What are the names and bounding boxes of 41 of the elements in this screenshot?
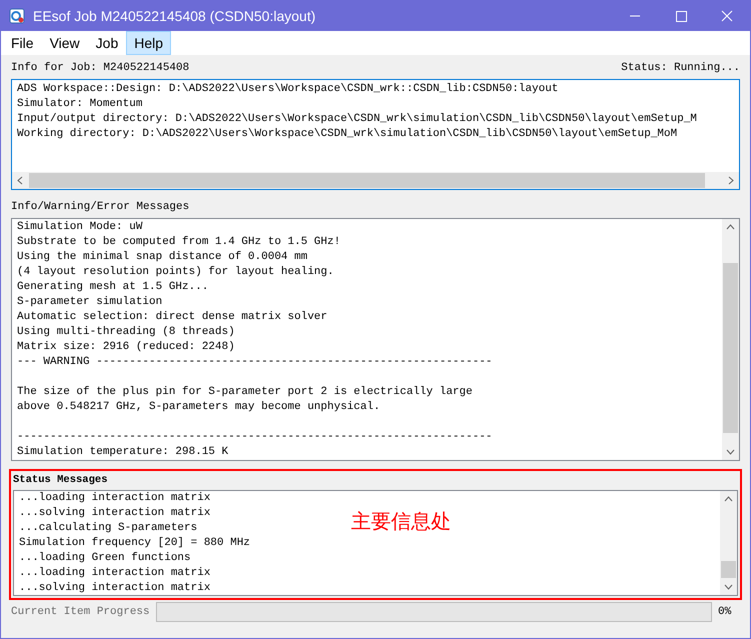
message-line: Generating mesh at 1.5 GHz... bbox=[17, 280, 208, 295]
window-title: EEsof Job M240522145408 (CSDN50:layout) bbox=[33, 6, 316, 26]
message-line: above 0.548217 GHz, S-parameters may become unphysical. bbox=[17, 400, 380, 415]
message-line: --- WARNING ------------------------------------------------------------ bbox=[17, 355, 492, 370]
job-info-label: Info for Job: M240522145408 bbox=[11, 60, 190, 76]
status-line: ...solving interaction matrix bbox=[19, 581, 210, 595]
menu-item[interactable]: File bbox=[3, 31, 42, 55]
message-line: ------------------------------------------------------------------------ bbox=[17, 430, 492, 445]
scrollbar-thumb[interactable] bbox=[721, 561, 736, 578]
status-messages-label: Status Messages bbox=[13, 472, 108, 488]
status-line: Simulation frequency [20] = 880 MHz bbox=[19, 536, 250, 551]
message-line: Using the minimal snap distance of 0.0004 mm bbox=[17, 250, 308, 265]
info-line: Simulator: Momentum bbox=[17, 97, 142, 112]
status-line: ...solving interaction matrix bbox=[19, 506, 210, 521]
messages-label: Info/Warning/Error Messages bbox=[11, 200, 190, 214]
status-line: ...loading interaction matrix bbox=[19, 491, 210, 506]
status-line: ...loading Green functions bbox=[19, 551, 191, 566]
message-line: The size of the plus pin for S-parameter port 2 is electrically large bbox=[17, 385, 472, 400]
status-line: ...calculating S-parameters bbox=[19, 521, 198, 536]
info-line: ADS Workspace::Design: D:\ADS2022\Users\Workspace\CSDN_wrk::CSDN_lib:CSDN50:layout bbox=[17, 82, 558, 97]
message-line: Simulation Mode: uW bbox=[17, 220, 142, 235]
scrollbar-thumb[interactable] bbox=[723, 263, 738, 433]
status-line: ...loading interaction matrix bbox=[19, 566, 210, 581]
app-icon bbox=[9, 8, 25, 24]
menu-item[interactable]: View bbox=[42, 31, 88, 55]
message-line: Simulation temperature: 298.15 K bbox=[17, 445, 228, 460]
menu-item[interactable]: Job bbox=[88, 31, 126, 55]
progress-reading: 0% bbox=[718, 604, 732, 620]
info-line: Input/output directory: D:\ADS2022\Users\Workspace\CSDN_wrk\simulation\CSDN_lib\CSDN50\layout\emSetup_M bbox=[17, 112, 697, 127]
info-line: Working directory: D:\ADS2022\Users\Workspace\CSDN_wrk\simulation\CSDN_lib\CSDN50\layout\emSetup_MoM bbox=[17, 127, 678, 142]
annotation-text: 主要信息处 bbox=[351, 508, 451, 535]
job-status: Status: Running... bbox=[621, 60, 740, 76]
message-line: (4 layout resolution points) for layout healing. bbox=[17, 265, 334, 280]
message-line: Matrix size: 2916 (reduced: 2248) bbox=[17, 340, 235, 355]
message-line: Using multi-threading (8 threads) bbox=[17, 325, 235, 340]
scrollbar-thumb[interactable] bbox=[29, 173, 705, 188]
message-line: S-parameter simulation bbox=[17, 295, 162, 310]
message-line: Substrate to be computed from 1.4 GHz to 1.5 GHz! bbox=[17, 235, 340, 250]
message-line: Automatic selection: direct dense matrix solver bbox=[17, 310, 328, 325]
menu-item[interactable]: Help bbox=[126, 31, 172, 55]
progress-label: Current Item Progress bbox=[11, 604, 150, 620]
